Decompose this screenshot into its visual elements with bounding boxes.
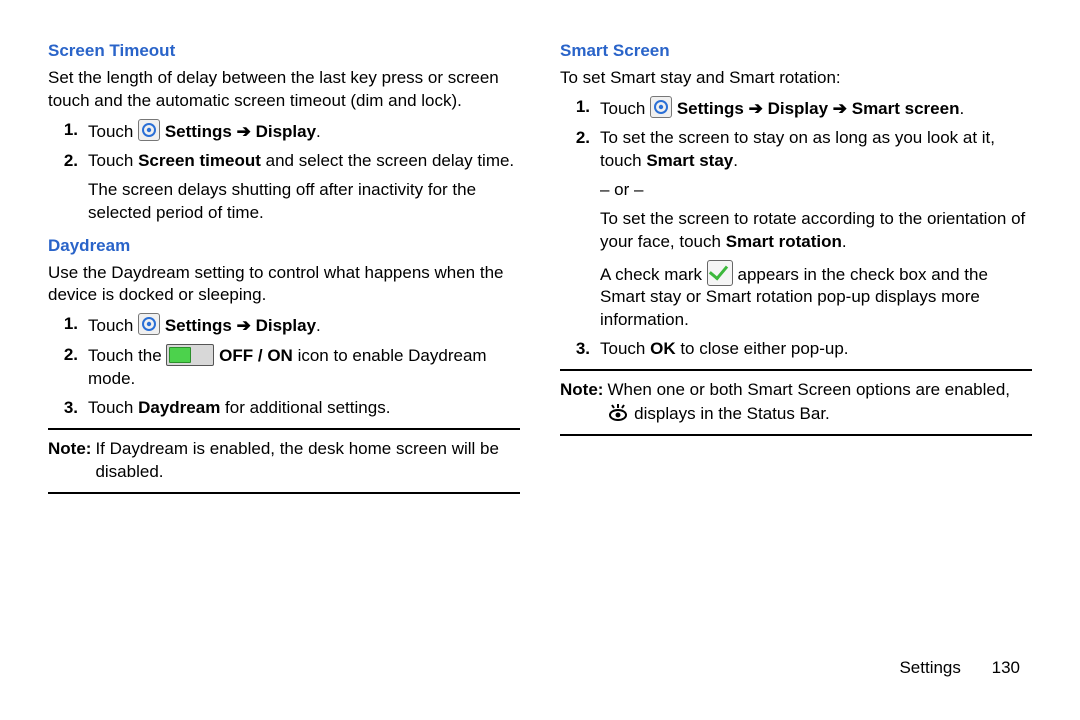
divider xyxy=(48,492,520,494)
toggle-off-on-icon xyxy=(166,344,214,366)
daydream-desc: Use the Daydream setting to control what… xyxy=(48,262,520,308)
heading-screen-timeout: Screen Timeout xyxy=(48,40,520,63)
divider xyxy=(560,369,1032,371)
step-2-extra: The screen delays shutting off after ina… xyxy=(88,179,520,225)
step-2: 2. Touch Screen timeout and select the s… xyxy=(82,150,520,225)
footer-section: Settings xyxy=(899,658,960,677)
step-2: 2. To set the screen to stay on as long … xyxy=(594,127,1032,333)
settings-icon xyxy=(138,313,160,335)
smart-screen-steps: 1. Touch Settings ➔ Display ➔ Smart scre… xyxy=(560,96,1032,361)
checkmark-icon xyxy=(707,260,733,286)
note-text: When one or both Smart Screen options ar… xyxy=(607,379,1032,426)
footer-page-number: 130 xyxy=(992,658,1020,677)
note-label: Note: xyxy=(560,379,607,426)
settings-path: Settings ➔ Display xyxy=(160,122,316,141)
divider xyxy=(48,428,520,430)
step-2-checkmark: A check mark appears in the check box an… xyxy=(600,260,1032,333)
daydream-note: Note: If Daydream is enabled, the desk h… xyxy=(48,438,520,484)
step-1: 1. Touch Settings ➔ Display. xyxy=(82,313,520,338)
divider xyxy=(560,434,1032,436)
step-3: 3. Touch OK to close either pop-up. xyxy=(594,338,1032,361)
settings-path: Settings ➔ Display ➔ Smart screen xyxy=(672,99,959,118)
smart-screen-desc: To set Smart stay and Smart rotation: xyxy=(560,67,1032,90)
step-2-alt: To set the screen to rotate according to… xyxy=(600,208,1032,254)
left-column: Screen Timeout Set the length of delay b… xyxy=(48,40,520,502)
or-divider: – or – xyxy=(600,179,1032,202)
step-text: Touch xyxy=(88,122,138,141)
settings-path: Settings ➔ Display xyxy=(160,316,316,335)
note-label: Note: xyxy=(48,438,95,484)
page-body: Screen Timeout Set the length of delay b… xyxy=(0,0,1080,502)
heading-daydream: Daydream xyxy=(48,235,520,258)
screen-timeout-desc: Set the length of delay between the last… xyxy=(48,67,520,113)
heading-smart-screen: Smart Screen xyxy=(560,40,1032,63)
step-1: 1. Touch Settings ➔ Display. xyxy=(82,119,520,144)
page-footer: Settings 130 xyxy=(899,657,1020,680)
step-2: 2. Touch the OFF / ON icon to enable Day… xyxy=(82,344,520,391)
settings-icon xyxy=(138,119,160,141)
smartscreen-note: Note: When one or both Smart Screen opti… xyxy=(560,379,1032,426)
right-column: Smart Screen To set Smart stay and Smart… xyxy=(560,40,1032,502)
smart-stay-eye-icon xyxy=(607,402,629,424)
note-text: If Daydream is enabled, the desk home sc… xyxy=(95,438,520,484)
settings-icon xyxy=(650,96,672,118)
screen-timeout-steps: 1. Touch Settings ➔ Display. 2. Touch Sc… xyxy=(48,119,520,225)
daydream-steps: 1. Touch Settings ➔ Display. 2. Touch th… xyxy=(48,313,520,420)
step-3: 3. Touch Daydream for additional setting… xyxy=(82,397,520,420)
step-1: 1. Touch Settings ➔ Display ➔ Smart scre… xyxy=(594,96,1032,121)
